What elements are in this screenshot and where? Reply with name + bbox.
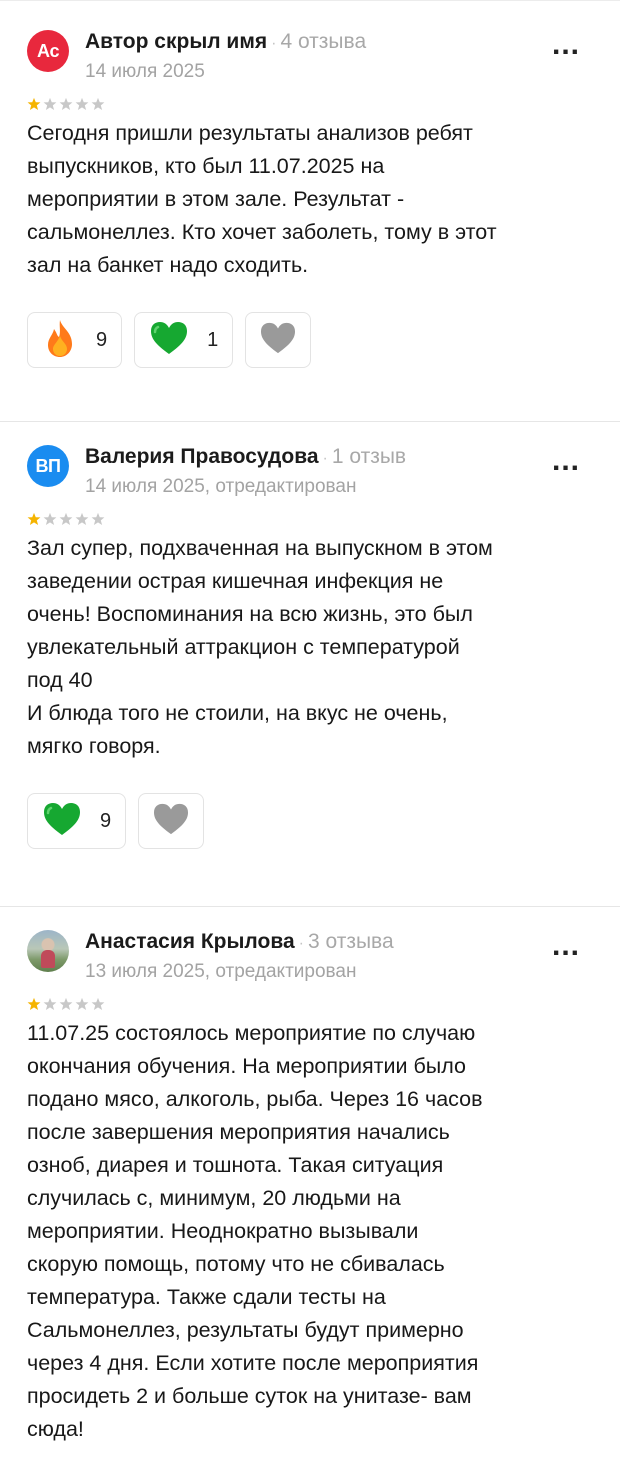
author-name[interactable]: Валерия Правосудова: [85, 445, 319, 468]
star-empty-icon: [59, 997, 73, 1011]
review-count: 3 отзыва: [307, 930, 394, 953]
rating-stars: [27, 508, 592, 530]
green-heart-icon: [42, 801, 82, 842]
review-text: Зал супер, подхваченная на выпускном в э…: [27, 536, 493, 758]
green-heart-icon: [149, 320, 189, 361]
star-empty-icon: [91, 997, 105, 1011]
star-empty-icon: [43, 97, 57, 111]
reaction-count: 1: [207, 328, 219, 351]
review-date: 13 июля 2025, отредактирован: [85, 961, 357, 982]
reaction-heart-button[interactable]: 9: [27, 793, 127, 849]
avatar[interactable]: Ac: [27, 30, 69, 72]
star-empty-icon: [75, 97, 89, 111]
gray-heart-icon: [152, 802, 190, 841]
star-empty-icon: [43, 997, 57, 1011]
gray-heart-icon: [259, 321, 297, 360]
author-meta: Валерия Правосудова · 1 отзыв 14 июля 2025…: [85, 444, 592, 499]
separator-dot: ·: [271, 35, 277, 52]
review-date: 14 июля 2025: [85, 61, 205, 82]
review-header: Анастасия Крылова · 3 отзыва 13 июля 2025,…: [27, 929, 592, 989]
star-empty-icon: [91, 512, 105, 526]
review-card: Анастасия Крылова · 3 отзыва 13 июля 2025,…: [0, 907, 620, 1469]
review-count: 1 отзыв: [331, 445, 407, 468]
review-header: ВП Валерия Правосудова · 1 отзыв 14 июля 2…: [27, 444, 592, 504]
author-name[interactable]: Анастасия Крылова: [85, 930, 295, 953]
star-filled-icon: [27, 512, 41, 526]
reaction-heart-button[interactable]: 1: [134, 312, 234, 368]
review-text: Сегодня пришли результаты анализов ребят…: [27, 121, 497, 277]
reaction-count: 9: [100, 809, 112, 832]
star-empty-icon: [59, 97, 73, 111]
star-filled-icon: [27, 97, 41, 111]
author-meta: Автор скрыл имя · 4 отзыва 14 июля 2025: [85, 29, 592, 84]
review-card: ВП Валерия Правосудова · 1 отзыв 14 июля 2…: [0, 422, 620, 907]
reaction-fire-button[interactable]: 9: [27, 312, 123, 368]
star-empty-icon: [91, 97, 105, 111]
author-meta: Анастасия Крылова · 3 отзыва 13 июля 2025,…: [85, 929, 592, 984]
rating-stars: [27, 93, 592, 115]
star-empty-icon: [59, 512, 73, 526]
more-options-button[interactable]: ...: [552, 30, 580, 60]
more-options-button[interactable]: ...: [552, 931, 580, 961]
rating-stars: [27, 993, 592, 1015]
review-count: 4 отзыва: [280, 30, 367, 53]
add-reaction-button[interactable]: [245, 312, 312, 368]
review-header: Ac Автор скрыл имя · 4 отзыва 14 июля 2025: [27, 29, 592, 89]
review-card: Ac Автор скрыл имя · 4 отзыва 14 июля 2025…: [0, 0, 620, 422]
star-empty-icon: [43, 512, 57, 526]
separator-dot: ·: [322, 450, 328, 467]
reactions-bar: 9: [27, 793, 592, 849]
star-filled-icon: [27, 997, 41, 1011]
reactions-bar: 9 1: [27, 312, 592, 368]
add-reaction-button[interactable]: [138, 793, 205, 849]
avatar[interactable]: ВП: [27, 445, 69, 487]
review-text: 11.07.25 состоялось мероприятие по случа…: [27, 1021, 483, 1441]
review-date: 14 июля 2025, отредактирован: [85, 476, 357, 497]
fire-icon: [42, 318, 78, 363]
separator-dot: ·: [298, 935, 304, 952]
star-empty-icon: [75, 997, 89, 1011]
star-empty-icon: [75, 512, 89, 526]
author-name[interactable]: Автор скрыл имя: [85, 30, 267, 53]
more-options-button[interactable]: ...: [552, 446, 580, 476]
avatar[interactable]: [27, 930, 69, 972]
reaction-count: 9: [96, 328, 108, 351]
